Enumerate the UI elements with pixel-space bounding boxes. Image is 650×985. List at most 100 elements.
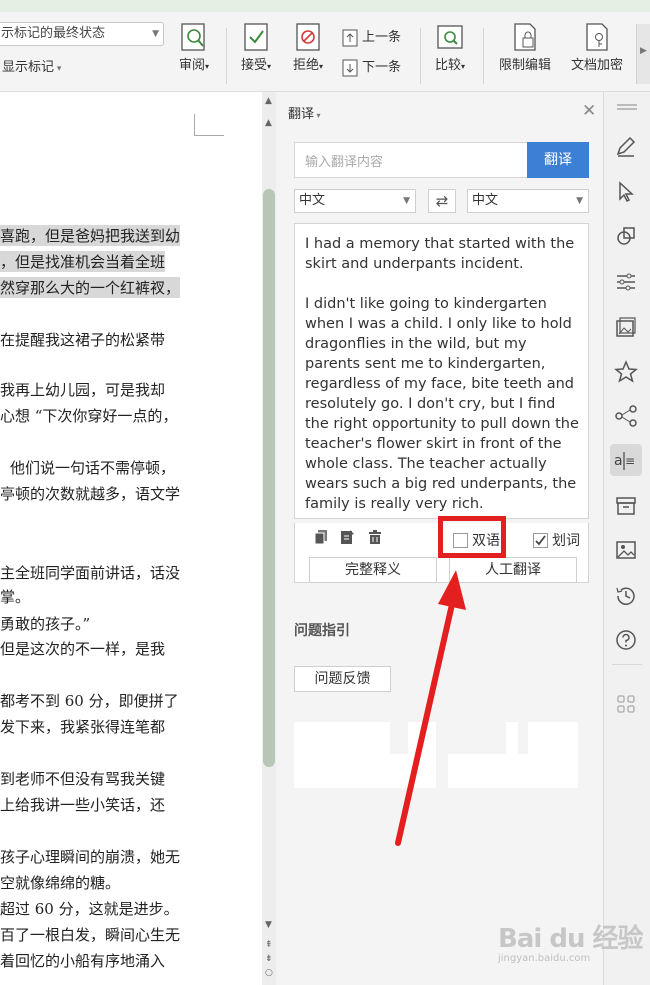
- section-title: 问题指引: [294, 623, 350, 639]
- doc-line: 亭顿的次数就越多，语文学: [0, 485, 181, 503]
- doc-line: 发下来，我紧张得连笔都: [0, 718, 166, 736]
- next-label: 下一条: [362, 60, 402, 75]
- next-page-icon[interactable]: ⇟: [265, 954, 273, 964]
- scroll-up-icon[interactable]: ▲: [265, 96, 272, 106]
- previous-change-button[interactable]: 上一条: [342, 26, 401, 47]
- watermark-text: Bai du 经验: [498, 924, 643, 954]
- target-language-select[interactable]: 中文 ▼: [467, 189, 589, 213]
- annotation-highlight-box: [438, 516, 506, 558]
- accept-button[interactable]: 接受▾: [234, 22, 278, 73]
- translate-input[interactable]: 输入翻译内容: [294, 142, 527, 178]
- sliders-icon[interactable]: [614, 270, 638, 294]
- close-icon[interactable]: ✕: [582, 101, 596, 121]
- apps-grid-icon[interactable]: [614, 692, 638, 716]
- svg-text:≡: ≡: [625, 454, 635, 468]
- target-language-label: 中文: [472, 193, 499, 208]
- compare-icon: [437, 25, 463, 49]
- trash-icon[interactable]: [367, 529, 383, 545]
- history-icon[interactable]: [614, 584, 638, 608]
- doc-line: 百了一根白发，瞬间心生无: [0, 926, 181, 944]
- word-select-checkbox[interactable]: 划词: [533, 530, 580, 550]
- select-browse-object-icon[interactable]: ○: [265, 968, 273, 978]
- previous-page-icon[interactable]: ⇞: [265, 940, 273, 950]
- translate-button[interactable]: 翻译: [527, 142, 589, 178]
- star-icon[interactable]: [614, 360, 638, 384]
- doc-line: 上给我讲一些小笑话，还: [0, 796, 166, 814]
- svg-text:a: a: [614, 453, 623, 469]
- page-margin-marker: [194, 114, 224, 136]
- result-paragraph: I had a memory that started with the ski…: [305, 236, 575, 272]
- archive-icon[interactable]: [614, 494, 638, 518]
- restrict-editing-button[interactable]: 限制编辑: [492, 22, 558, 73]
- full-definition-button[interactable]: 完整释义: [309, 557, 437, 583]
- doc-line: 着回忆的小船有序地涌入: [0, 952, 166, 970]
- ribbon-divider: [483, 28, 484, 84]
- doc-line: 主全班同学面前讲话，话没: [0, 564, 181, 582]
- previous-icon: [342, 29, 358, 46]
- panel-title[interactable]: 翻译 ▾: [288, 103, 321, 122]
- scroll-up-icon[interactable]: ▲: [265, 118, 272, 128]
- markup-state-label: 示标记的最终状态: [1, 26, 106, 41]
- ribbon-scroll-right[interactable]: ▶: [636, 24, 650, 84]
- checkbox-checked-icon: [533, 533, 548, 548]
- source-language-label: 中文: [299, 193, 326, 208]
- shapes-icon[interactable]: [614, 224, 638, 248]
- document-encrypt-button[interactable]: 文档加密: [564, 22, 630, 73]
- document-encrypt-label: 文档加密: [570, 58, 623, 73]
- feedback-button[interactable]: 问题反馈: [294, 666, 391, 692]
- ribbon-divider: [226, 28, 227, 84]
- insert-text-icon[interactable]: [339, 529, 355, 545]
- compare-label: 比较: [434, 58, 461, 73]
- previous-label: 上一条: [362, 30, 402, 45]
- reject-button[interactable]: 拒绝▾: [286, 22, 330, 73]
- doc-line: 超过 60 分，这就是进步。: [0, 900, 179, 918]
- doc-line: 都考不到 60 分，即便拼了: [0, 692, 179, 710]
- doc-line: 到老师不但没有骂我关键: [0, 770, 166, 788]
- doc-line: 在提醒我这裙子的松紧带: [0, 331, 166, 349]
- translate-tool-icon[interactable]: a ≡: [610, 444, 642, 476]
- next-icon: [342, 59, 358, 76]
- drag-handle-icon[interactable]: [617, 104, 637, 110]
- reject-label: 拒绝: [292, 58, 319, 73]
- copy-icon[interactable]: [313, 529, 329, 545]
- markup-state-select[interactable]: 示标记的最终状态 ▼: [0, 22, 164, 46]
- review-button[interactable]: 审阅▾: [174, 22, 214, 73]
- gallery-icon[interactable]: [614, 316, 638, 340]
- panel-title-label: 翻译: [288, 107, 315, 122]
- share-icon[interactable]: [614, 404, 638, 428]
- reject-icon: [296, 23, 320, 51]
- scrollbar-thumb[interactable]: [263, 189, 275, 767]
- word-select-label: 划词: [552, 533, 580, 549]
- doc-line: 孩子心理瞬间的崩溃，她无: [0, 848, 181, 866]
- result-paragraph: I didn't like going to kindergarten when…: [305, 296, 579, 512]
- baidu-watermark: Bai du 经验 jingyan.baidu.com: [498, 918, 643, 964]
- cursor-icon[interactable]: [614, 180, 638, 204]
- document-scrollbar[interactable]: ▲ ▲ ▼ ⇞ ⇟ ○: [262, 92, 276, 985]
- chevron-down-icon: ▼: [403, 196, 410, 206]
- ribbon-divider: [420, 28, 421, 84]
- swap-languages-icon[interactable]: ⇄: [428, 189, 456, 213]
- review-label: 审阅: [178, 58, 205, 73]
- chevron-right-icon: ▶: [640, 46, 647, 56]
- translation-result[interactable]: I had a memory that started with the ski…: [294, 223, 589, 519]
- accept-icon: [244, 23, 268, 51]
- review-ribbon: 示标记的最终状态 ▼ 显示标记 ▾ 审阅▾ 接受▾ 拒绝▾ 上一条 下一条 比较…: [0, 12, 650, 92]
- show-markup-button[interactable]: 显示标记 ▾: [2, 56, 61, 75]
- review-icon: [181, 23, 205, 51]
- help-icon[interactable]: [614, 628, 638, 652]
- image-icon[interactable]: [614, 538, 638, 562]
- document-encrypt-icon: [586, 23, 608, 51]
- chevron-down-icon: ▼: [152, 29, 159, 39]
- compare-button[interactable]: 比较▾: [428, 22, 472, 73]
- show-markup-label: 显示标记: [2, 60, 55, 75]
- document-page[interactable]: 喜跑，但是爸妈把我送到幼 ，但是找准机会当着全班 然穿那么大的一个红裤衩， 在提…: [0, 92, 262, 985]
- restrict-editing-icon: [514, 23, 536, 51]
- human-translation-button[interactable]: 人工翻译: [449, 557, 577, 583]
- scroll-down-icon[interactable]: ▼: [265, 920, 272, 930]
- doc-line: 勇敢的孩子。”: [0, 615, 91, 633]
- doc-line: ，但是找准机会当着全班: [0, 251, 166, 272]
- source-language-select[interactable]: 中文 ▼: [294, 189, 416, 213]
- next-change-button[interactable]: 下一条: [342, 56, 401, 77]
- doc-line: 喜跑，但是爸妈把我送到幼: [0, 225, 181, 246]
- pen-icon[interactable]: [614, 134, 638, 158]
